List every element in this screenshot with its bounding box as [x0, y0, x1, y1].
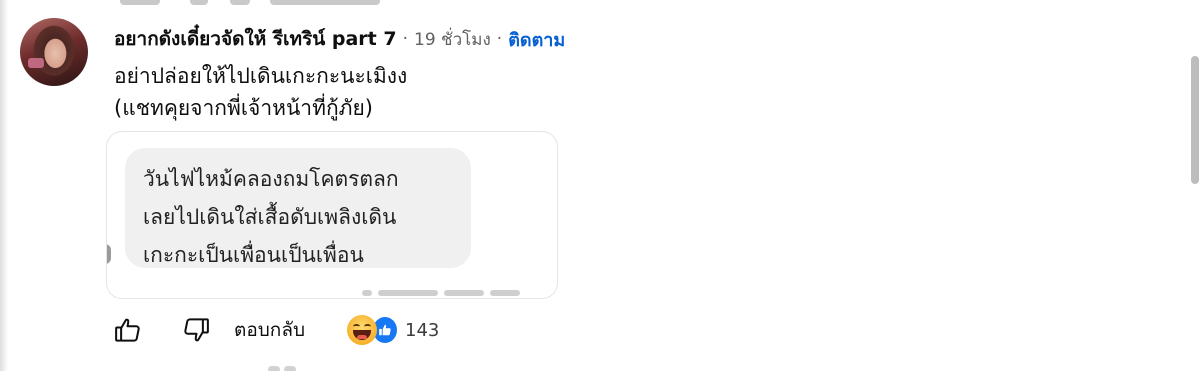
separator-dot-2: · [496, 29, 503, 49]
author-name[interactable]: อยากดังเดี๋ยวจัดให้ รีเทริน์ part 7 [114, 24, 397, 54]
reaction-count: 143 [405, 319, 440, 341]
like-button[interactable] [110, 312, 146, 348]
reactions-summary[interactable]: 143 [347, 315, 439, 345]
comment-header: อยากดังเดี๋ยวจัดให้ รีเทริน์ part 7 · 19… [114, 24, 565, 54]
chat-line: วันไฟไหม้คลองถมโคตรตลก [143, 167, 399, 191]
cropped-text-row [362, 290, 520, 296]
previous-comment-sliver [120, 0, 420, 7]
chat-line: เลยไปเดินใส่เสื้อดับเพลิงเดิน [143, 205, 397, 229]
comment-actions: ตอบกลับ 143 [110, 310, 439, 350]
scrollbar-thumb[interactable] [1191, 56, 1199, 184]
comment-line: (แชทคุยจากพี่เจ้าหน้าที่กู้ภัย) [114, 96, 373, 120]
dislike-button[interactable] [178, 312, 214, 348]
haha-reaction-icon [347, 315, 378, 345]
author-avatar[interactable] [20, 18, 88, 86]
comment-image-attachment[interactable]: วันไฟไหม้คลองถมโคตรตลก เลยไปเดินใส่เสื้อ… [106, 131, 558, 299]
comment-text: อย่าปล่อยให้ไปเดินเกะกะนะเมิงง (แชทคุยจา… [114, 60, 407, 124]
chat-line: เกะกะเป็นเพื่อนเป็นเพื่อน [143, 243, 364, 267]
comment-timestamp[interactable]: 19 ชั่วโมง [414, 26, 491, 53]
reply-button[interactable]: ตอบกลับ [234, 315, 305, 345]
chat-bubble: วันไฟไหม้คลองถมโคตรตลก เลยไปเดินใส่เสื้อ… [125, 148, 471, 268]
page-edge [0, 0, 8, 371]
thumbs-up-icon [115, 318, 140, 342]
thumbs-down-icon [184, 318, 209, 342]
separator-dot: · [402, 29, 409, 49]
scrollbar[interactable] [1190, 50, 1200, 190]
image-edge-mark [107, 244, 111, 264]
next-comment-sliver [150, 364, 390, 371]
comment-line: อย่าปล่อยให้ไปเดินเกะกะนะเมิงง [114, 64, 408, 88]
chat-bubble-text: วันไฟไหม้คลองถมโคตรตลก เลยไปเดินใส่เสื้อ… [143, 160, 399, 274]
follow-button[interactable]: ติดตาม [508, 25, 565, 54]
